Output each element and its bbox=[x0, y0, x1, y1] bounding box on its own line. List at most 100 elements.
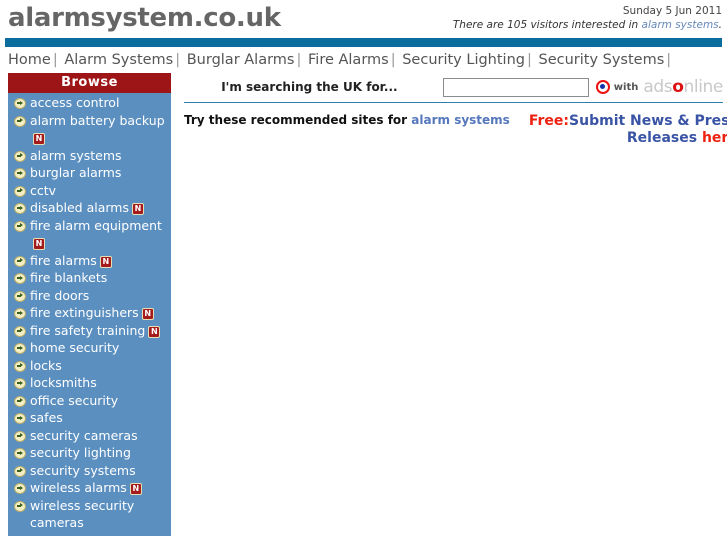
sidebar-item-link[interactable]: disabled alarms bbox=[30, 200, 129, 215]
sidebar-item-link[interactable]: security lighting bbox=[30, 445, 131, 460]
sidebar-item-link[interactable]: home security bbox=[30, 340, 119, 355]
sidebar-item-label: wireless security cameras bbox=[30, 497, 167, 532]
sidebar-item-link[interactable]: fire doors bbox=[30, 288, 89, 303]
sidebar-item-link[interactable]: security cameras bbox=[30, 428, 138, 443]
sidebar-item-security-lighting[interactable]: security lighting bbox=[8, 444, 171, 462]
sidebar-item-fire-alarms[interactable]: fire alarms N bbox=[8, 252, 171, 270]
sidebar-item-alarm-battery-backup[interactable]: alarm battery backup N bbox=[8, 112, 171, 147]
sidebar-item-label: wireless alarms N bbox=[30, 479, 142, 497]
sidebar-item-link[interactable]: access control bbox=[30, 95, 119, 110]
target-icon bbox=[595, 80, 610, 94]
nav-item-alarm-systems[interactable]: Alarm Systems bbox=[64, 52, 173, 68]
sidebar-item-office-security[interactable]: office security bbox=[8, 392, 171, 410]
nav-separator: | bbox=[175, 52, 181, 68]
sidebar-item-label: cctv bbox=[30, 182, 56, 200]
releases-link[interactable]: Releases bbox=[627, 130, 702, 146]
sidebar-item-disabled-alarms[interactable]: disabled alarms N bbox=[8, 199, 171, 217]
page-header: alarmsystem.co.uk Sunday 5 Jun 2011 Ther… bbox=[0, 0, 727, 38]
arrow-right-icon bbox=[14, 483, 26, 494]
nav-item-security-lighting[interactable]: Security Lighting bbox=[402, 52, 525, 68]
arrow-right-icon bbox=[14, 413, 26, 424]
main-navigation: Home | Alarm Systems | Burglar Alarms | Fir… bbox=[0, 47, 727, 73]
arrow-right-icon bbox=[14, 98, 26, 109]
page-body: Browse access control alarm battery backu… bbox=[0, 73, 727, 536]
sidebar-item-link[interactable]: fire safety training bbox=[30, 323, 145, 338]
sidebar-item-alarm-systems[interactable]: alarm systems bbox=[8, 147, 171, 165]
visitor-count-text: There are 105 visitors interested in ala… bbox=[453, 19, 722, 32]
sidebar-item-link[interactable]: locksmiths bbox=[30, 375, 97, 390]
sidebar-item-fire-blankets[interactable]: fire blankets bbox=[8, 269, 171, 287]
sidebar-item-link[interactable]: office security bbox=[30, 393, 118, 408]
arrow-right-icon bbox=[14, 325, 26, 337]
visitor-count-prefix: There are 105 visitors interested in bbox=[452, 19, 642, 32]
sidebar-item-label: access control bbox=[30, 94, 119, 112]
sidebar-item-label: burglar alarms bbox=[30, 164, 121, 182]
search-input[interactable] bbox=[442, 77, 589, 97]
recommended-row: Try these recommended sites for alarm sy… bbox=[184, 103, 727, 147]
new-badge: N bbox=[132, 203, 144, 215]
sidebar-item-label: locks bbox=[30, 357, 62, 375]
sidebar-item-link[interactable]: wireless security cameras bbox=[30, 498, 134, 531]
sidebar-item-link[interactable]: fire alarms bbox=[30, 253, 97, 268]
sidebar-item-fire-extinguishers[interactable]: fire extinguishers N bbox=[8, 304, 171, 322]
sidebar-item-link[interactable]: wireless alarms bbox=[30, 480, 127, 495]
sidebar-item-locksmiths[interactable]: locksmiths bbox=[8, 374, 171, 392]
sidebar-item-link[interactable]: fire alarm equipment bbox=[30, 218, 162, 233]
submit-news-link[interactable]: Submit News & Press bbox=[569, 113, 727, 129]
sidebar-item-fire-doors[interactable]: fire doors bbox=[8, 287, 171, 305]
sidebar-item-security-cameras[interactable]: security cameras bbox=[8, 427, 171, 445]
sidebar-title: Browse bbox=[8, 73, 171, 93]
sidebar-item-link[interactable]: alarm battery backup bbox=[30, 113, 165, 128]
new-badge: N bbox=[129, 483, 142, 495]
visitor-topic-link[interactable]: alarm systems bbox=[642, 19, 719, 31]
new-badge: N bbox=[141, 308, 154, 320]
sidebar-item-link[interactable]: alarm systems bbox=[30, 148, 122, 163]
nav-item-security-systems[interactable]: Security Systems bbox=[538, 52, 664, 68]
sidebar-item-wireless-alarms[interactable]: wireless alarms N bbox=[8, 479, 171, 497]
sidebar-item-safes[interactable]: safes bbox=[8, 409, 171, 427]
sidebar-item-link[interactable]: burglar alarms bbox=[30, 165, 121, 180]
nav-item-fire-alarms[interactable]: Fire Alarms bbox=[308, 52, 389, 68]
new-badge: N bbox=[148, 325, 161, 338]
sidebar-item-label: safes bbox=[30, 409, 63, 427]
here-link[interactable]: here bbox=[702, 130, 727, 146]
nav-separator: | bbox=[390, 52, 396, 68]
sidebar-item-cctv[interactable]: cctv bbox=[8, 182, 171, 200]
sidebar-item-burglar-alarms[interactable]: burglar alarms bbox=[8, 164, 171, 182]
arrow-right-icon bbox=[14, 273, 26, 284]
sidebar-item-link[interactable]: locks bbox=[30, 358, 62, 373]
arrow-right-icon bbox=[14, 203, 26, 214]
arrow-right-icon bbox=[14, 395, 26, 407]
sidebar-item-label: fire extinguishers N bbox=[30, 304, 154, 322]
adsonline-logo-o: o bbox=[672, 77, 684, 97]
site-logo: alarmsystem.co.uk bbox=[8, 3, 281, 33]
sidebar-item-label: home security bbox=[30, 339, 119, 357]
sidebar-item-home-security[interactable]: home security bbox=[8, 339, 171, 357]
sidebar-item-link[interactable]: security systems bbox=[30, 463, 136, 478]
with-label: with bbox=[613, 81, 639, 93]
recommended-topic-link[interactable]: alarm systems bbox=[411, 113, 510, 127]
arrow-right-icon bbox=[14, 168, 26, 179]
main-content: I'm searching the UK for... with adsonli… bbox=[184, 73, 727, 147]
nav-separator: | bbox=[296, 52, 302, 68]
sidebar-item-wireless-security-cameras[interactable]: wireless security cameras bbox=[8, 497, 171, 532]
sidebar-item-link[interactable]: fire blankets bbox=[30, 270, 107, 285]
nav-item-home[interactable]: Home bbox=[8, 52, 51, 68]
sidebar-item-label: fire doors bbox=[30, 287, 89, 305]
sidebar-item-fire-safety-training[interactable]: fire safety training N bbox=[8, 322, 171, 340]
sidebar-item-label: fire alarm equipment N bbox=[30, 217, 167, 252]
sidebar-item-link[interactable]: cctv bbox=[30, 183, 56, 198]
sidebar-item-link[interactable]: fire extinguishers bbox=[30, 305, 139, 320]
sidebar-item-access-control[interactable]: access control bbox=[8, 94, 171, 112]
new-badge: N bbox=[33, 133, 45, 145]
sidebar-item-security-systems[interactable]: security systems bbox=[8, 462, 171, 480]
adsonline-logo: adsonline bbox=[643, 77, 723, 97]
nav-item-burglar-alarms[interactable]: Burglar Alarms bbox=[187, 52, 295, 68]
new-badge: N bbox=[33, 238, 45, 250]
sidebar-item-fire-alarm-equipment[interactable]: fire alarm equipment N bbox=[8, 217, 171, 252]
sidebar-item-link[interactable]: safes bbox=[30, 410, 63, 425]
sidebar-item-locks[interactable]: locks bbox=[8, 357, 171, 375]
arrow-right-icon bbox=[14, 448, 26, 459]
nav-separator: | bbox=[666, 52, 672, 68]
arrow-right-icon bbox=[14, 220, 26, 232]
